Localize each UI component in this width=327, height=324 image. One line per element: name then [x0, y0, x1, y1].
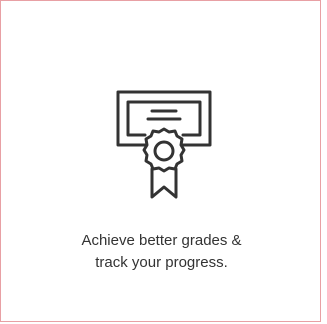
caption-line-1: Achieve better grades &	[81, 232, 242, 249]
feature-caption: Achieve better grades & track your progr…	[1, 230, 322, 274]
feature-card: Achieve better grades & track your progr…	[0, 0, 321, 322]
caption-line-2: track your progress.	[95, 254, 228, 271]
certificate-icon	[110, 87, 218, 211]
